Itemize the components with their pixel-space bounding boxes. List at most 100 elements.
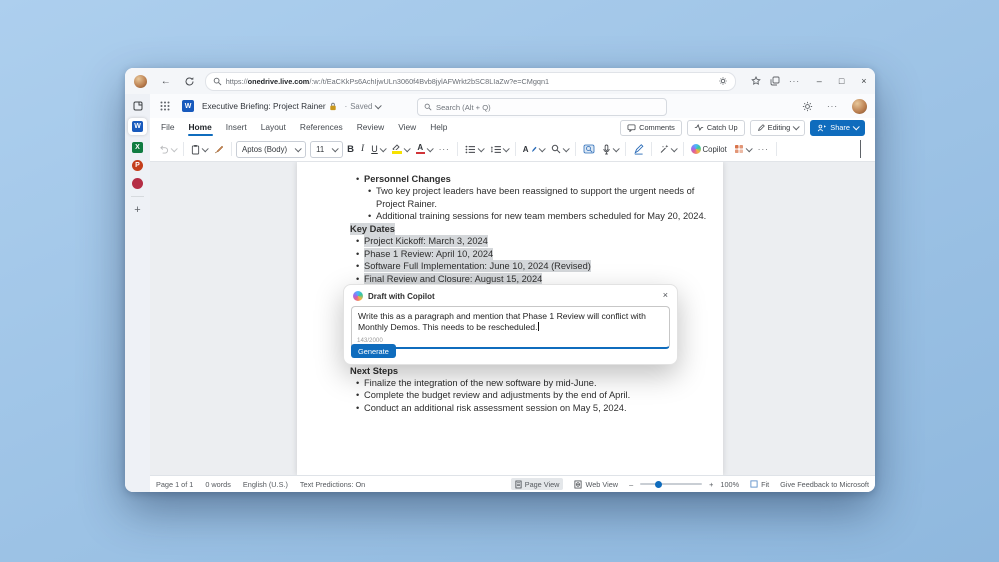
language-status[interactable]: English (U.S.) xyxy=(243,480,288,489)
word-icon: W xyxy=(182,100,194,112)
save-status[interactable]: · Saved xyxy=(345,102,383,111)
word-count[interactable]: 0 words xyxy=(205,480,231,489)
page-count[interactable]: Page 1 of 1 xyxy=(156,480,193,489)
zoom-slider[interactable] xyxy=(640,480,703,488)
doc-line[interactable]: • Finalize the integration of the new sof… xyxy=(356,377,597,389)
dictate-button[interactable] xyxy=(599,142,621,157)
address-bar[interactable]: https://onedrive.live.com/:w:/t/EaCKkPs6… xyxy=(204,71,737,91)
doc-line[interactable]: • Complete the budget review and adjustme… xyxy=(356,389,630,401)
doc-line-selected[interactable]: • Phase 1 Review: April 10, 2024 xyxy=(356,248,494,260)
editor-button[interactable] xyxy=(630,142,647,157)
rail-add-button[interactable]: + xyxy=(134,204,140,216)
tab-review[interactable]: Review xyxy=(350,119,391,136)
editing-mode-button[interactable]: Editing xyxy=(749,119,806,136)
font-more-icon[interactable]: ··· xyxy=(436,143,453,156)
browser-menu-icon[interactable]: ··· xyxy=(785,77,804,86)
search-input[interactable]: Search (Alt + Q) xyxy=(417,98,667,116)
zoom-level[interactable]: 100% xyxy=(720,480,739,489)
pages-icon[interactable] xyxy=(133,101,143,111)
bold-button[interactable]: B xyxy=(344,142,357,157)
copilot-prompt-input[interactable]: Write this as a paragraph and mention th… xyxy=(351,306,670,349)
settings-gear-icon[interactable] xyxy=(802,101,813,112)
document-title[interactable]: Executive Briefing: Project Rainer xyxy=(202,101,337,111)
browser-toolbar: ← https://onedrive.live.com/:w:/t/EaCKkP… xyxy=(125,68,875,95)
doc-line-selected[interactable]: • Software Full Implementation: June 10, … xyxy=(356,260,591,272)
rail-red-circle-app[interactable] xyxy=(132,178,143,189)
font-size-select[interactable]: 11 xyxy=(310,140,344,158)
doc-line[interactable]: • Personnel Changes xyxy=(356,173,451,185)
account-avatar[interactable] xyxy=(852,98,867,114)
bullets-button[interactable] xyxy=(462,143,486,156)
web-view-icon xyxy=(574,480,582,488)
tab-layout[interactable]: Layout xyxy=(254,119,293,136)
paste-button[interactable] xyxy=(188,142,210,157)
doc-line[interactable]: • Two key project leaders have been reass… xyxy=(368,185,694,197)
zoom-slider-knob[interactable] xyxy=(655,480,663,488)
generate-button[interactable]: Generate xyxy=(351,344,396,358)
tab-file[interactable]: File xyxy=(154,119,182,136)
refresh-button[interactable] xyxy=(179,76,198,87)
browser-profile-avatar[interactable] xyxy=(134,74,147,88)
web-view-button[interactable]: Web View xyxy=(570,478,622,490)
doc-line-selected[interactable]: • Project Kickoff: March 3, 2024 xyxy=(356,235,488,247)
edge-app-rail: W X P + xyxy=(125,94,151,492)
font-color-button[interactable]: A xyxy=(413,142,435,157)
back-button[interactable]: ← xyxy=(156,76,175,87)
line-spacing-button[interactable] xyxy=(487,143,511,156)
maximize-button[interactable]: □ xyxy=(830,76,852,86)
browser-window: ← https://onedrive.live.com/:w:/t/EaCKkP… xyxy=(125,68,875,492)
text-cursor xyxy=(538,321,540,331)
add-ins-grid-icon xyxy=(734,145,743,153)
feedback-link[interactable]: Give Feedback to Microsoft xyxy=(780,480,869,489)
ribbon-tabs: File Home Insert Layout References Revie… xyxy=(150,118,875,137)
zoom-in-button[interactable]: + xyxy=(709,480,713,489)
site-permissions-icon[interactable] xyxy=(718,76,728,86)
minimize-button[interactable]: – xyxy=(808,76,830,86)
dialog-close-icon[interactable]: × xyxy=(663,290,668,300)
rail-excel-app[interactable]: X xyxy=(132,142,143,153)
fit-icon xyxy=(750,480,758,488)
tab-insert[interactable]: Insert xyxy=(219,119,254,136)
favorites-star-icon[interactable] xyxy=(746,76,765,86)
doc-heading-key-dates[interactable]: Key Dates xyxy=(350,223,395,235)
comments-button[interactable]: Comments xyxy=(620,119,682,136)
text-predictions-status[interactable]: Text Predictions: On xyxy=(300,480,365,489)
text-predictions-wand-icon[interactable] xyxy=(656,142,679,156)
tab-view[interactable]: View xyxy=(391,119,423,136)
app-launcher-icon[interactable] xyxy=(160,101,170,111)
tab-help[interactable]: Help xyxy=(423,119,454,136)
pencil-icon xyxy=(757,123,765,131)
doc-line[interactable]: • Additional training sessions for new te… xyxy=(368,210,706,222)
format-painter-icon[interactable] xyxy=(211,142,227,156)
collections-icon[interactable] xyxy=(765,76,784,86)
italic-button[interactable]: I xyxy=(358,142,367,156)
word-header: W Executive Briefing: Project Rainer · Sa… xyxy=(150,94,875,118)
desktop: ← https://onedrive.live.com/:w:/t/EaCKkP… xyxy=(0,0,999,562)
doc-line[interactable]: Project Rainer. xyxy=(376,198,437,210)
copilot-button[interactable]: Copilot xyxy=(688,142,730,156)
tab-home[interactable]: Home xyxy=(182,119,219,136)
doc-line[interactable]: • Conduct an additional risk assessment s… xyxy=(356,402,627,414)
font-name-select[interactable]: Aptos (Body) xyxy=(236,140,307,158)
page-view-icon xyxy=(515,480,522,488)
zoom-out-button[interactable]: – xyxy=(629,480,633,489)
close-button[interactable]: × xyxy=(853,76,875,86)
ribbon-more-icon[interactable]: ··· xyxy=(755,143,772,156)
share-button[interactable]: Share xyxy=(810,119,865,136)
page-view-button[interactable]: Page View xyxy=(510,478,564,490)
doc-heading-next-steps[interactable]: Next Steps xyxy=(350,365,398,377)
underline-button[interactable]: U xyxy=(368,142,388,156)
find-button[interactable] xyxy=(548,142,571,156)
styles-button[interactable]: A xyxy=(520,143,547,156)
fit-button[interactable]: Fit xyxy=(746,478,773,490)
rail-powerpoint-app[interactable]: P xyxy=(132,160,143,171)
collapse-ribbon-icon[interactable] xyxy=(860,140,861,158)
catch-up-button[interactable]: Catch Up xyxy=(686,119,745,136)
add-ins-button[interactable] xyxy=(731,142,754,156)
visual-search-icon[interactable] xyxy=(580,142,598,156)
highlight-color-button[interactable] xyxy=(389,142,412,156)
undo-button[interactable] xyxy=(156,143,179,156)
tab-references[interactable]: References xyxy=(293,119,350,136)
rail-word-app[interactable]: W xyxy=(128,118,147,135)
header-more-icon[interactable]: ··· xyxy=(827,102,838,111)
